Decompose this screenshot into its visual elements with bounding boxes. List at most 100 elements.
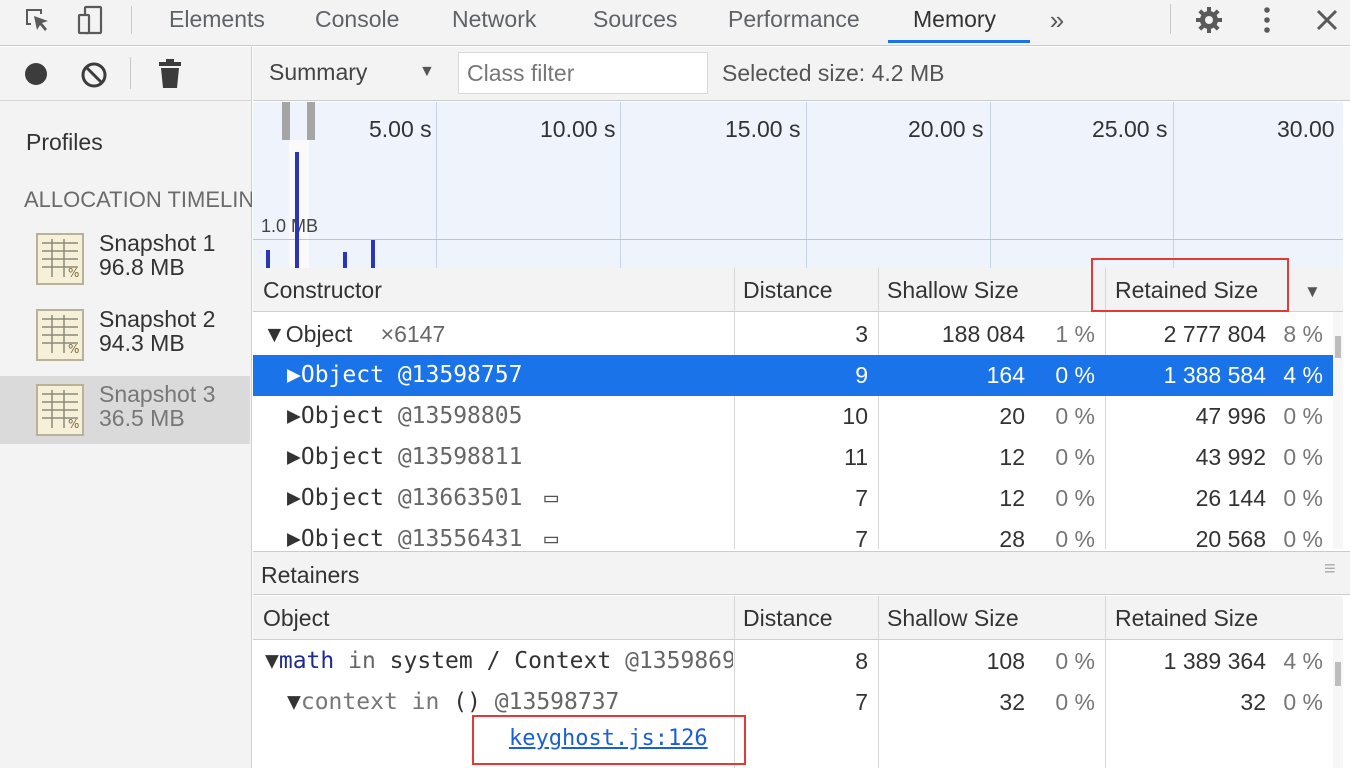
- view-select[interactable]: Summary: [269, 59, 367, 86]
- tab-elements[interactable]: Elements: [169, 0, 265, 46]
- allocation-bar: [343, 252, 347, 268]
- distance-cell: 9: [855, 362, 868, 388]
- timeline-gridline: [620, 102, 621, 268]
- trash-icon[interactable]: [158, 59, 182, 95]
- retainer-property: math: [278, 648, 335, 674]
- snapshot-item-1[interactable]: % Snapshot 1 96.8 MB: [0, 225, 250, 293]
- sort-descending-icon[interactable]: ▼: [1304, 282, 1321, 302]
- column-header-object[interactable]: Object: [263, 596, 329, 640]
- distance-cell: 11: [844, 444, 868, 470]
- retained-size-cell: 47 996: [1195, 403, 1266, 429]
- tab-console[interactable]: Console: [315, 0, 399, 46]
- svg-text:%: %: [68, 342, 79, 356]
- expand-arrow-icon[interactable]: ▶: [287, 403, 301, 429]
- tab-performance[interactable]: Performance: [728, 0, 860, 46]
- scrollbar-thumb[interactable]: [1335, 336, 1341, 358]
- chevron-double-right-icon[interactable]: »: [1044, 4, 1070, 36]
- snapshot-size: 96.8 MB: [99, 254, 185, 280]
- timeline-label: 5.00 s: [369, 116, 432, 142]
- instance-count: ×6147: [380, 321, 446, 347]
- retainer-target: system / Context: [389, 648, 612, 674]
- allocation-timelines-heading: ALLOCATION TIMELINES: [24, 187, 252, 212]
- heap-snapshot-icon: %: [36, 384, 84, 436]
- shallow-percent-cell: 0 %: [1055, 362, 1095, 388]
- retained-percent-cell: 4 %: [1283, 362, 1323, 388]
- drag-handle-icon[interactable]: ≡: [1324, 558, 1336, 581]
- record-icon[interactable]: [24, 62, 48, 92]
- retainer-in: in: [348, 648, 376, 674]
- column-header-shallow-size[interactable]: Shallow Size: [887, 268, 1019, 312]
- table-row[interactable]: ▶Object @13598805 10 20 0 % 47 996 0 %: [253, 396, 1333, 437]
- dropdown-arrow-icon[interactable]: ▼: [419, 63, 435, 81]
- timeline-selection-window[interactable]: [289, 140, 309, 268]
- heap-snapshot-icon: %: [36, 233, 84, 285]
- svg-text:%: %: [68, 417, 79, 431]
- column-header-shallow-size[interactable]: Shallow Size: [887, 596, 1019, 640]
- column-header-retained-size[interactable]: Retained Size: [1115, 596, 1258, 640]
- timeline-left-handle[interactable]: [282, 102, 290, 140]
- table-row[interactable]: ▼context in () @13598737 7 32 0 % 32 0 %: [253, 682, 1333, 723]
- table-row[interactable]: ▶Object @13663501 ▭ 7 12 0 % 26 144 0 %: [253, 478, 1333, 519]
- expand-arrow-icon[interactable]: ▼: [287, 689, 301, 715]
- timeline-gridline: [436, 102, 437, 268]
- distance-cell: 7: [855, 526, 868, 549]
- annotation-highlight-box: [472, 715, 746, 765]
- table-row[interactable]: ▶Object @13556431 ▭ 7 28 0 % 20 568 0 %: [253, 519, 1333, 549]
- active-tab-indicator: [888, 40, 1030, 43]
- column-header-distance[interactable]: Distance: [743, 268, 832, 312]
- timeline-label: 25.00 s: [1092, 116, 1168, 142]
- inspect-element-icon[interactable]: [20, 4, 54, 36]
- object-id: @13556431: [397, 526, 523, 549]
- object-id: @13663501: [397, 485, 523, 511]
- snapshot-size: 36.5 MB: [99, 405, 185, 431]
- close-icon[interactable]: [1312, 4, 1342, 36]
- table-row[interactable]: ▼Object ×6147 3 188 084 1 % 2 777 804 8 …: [253, 314, 1333, 355]
- expand-arrow-icon[interactable]: ▼: [265, 648, 279, 674]
- clear-icon[interactable]: [80, 61, 108, 95]
- grid-scrollbar[interactable]: [1333, 312, 1343, 549]
- shallow-percent-cell: 0 %: [1055, 648, 1095, 674]
- retained-percent-cell: 0 %: [1283, 526, 1323, 549]
- snapshot-size: 94.3 MB: [99, 330, 185, 356]
- column-header-constructor[interactable]: Constructor: [263, 268, 382, 312]
- timeline-gridline: [990, 102, 991, 268]
- expand-arrow-icon[interactable]: ▼: [263, 321, 286, 347]
- scrollbar-thumb[interactable]: [1335, 662, 1341, 686]
- device-toolbar-icon[interactable]: [74, 4, 108, 36]
- expand-arrow-icon[interactable]: ▶: [287, 485, 301, 511]
- toolbar-divider: [1170, 4, 1171, 34]
- expand-arrow-icon[interactable]: ▶: [287, 444, 301, 470]
- gear-icon[interactable]: [1192, 4, 1226, 36]
- tab-sources[interactable]: Sources: [593, 0, 677, 46]
- distance-cell: 7: [855, 689, 868, 715]
- devtools-tabbar: Elements Console Network Sources Perform…: [0, 0, 1350, 46]
- timeline-gridline: [1173, 102, 1174, 268]
- class-filter-input[interactable]: [458, 52, 708, 94]
- shallow-size-cell: 12: [999, 444, 1025, 470]
- snapshot-item-3[interactable]: % Snapshot 3 36.5 MB: [0, 376, 250, 444]
- timeline-right-handle[interactable]: [307, 102, 315, 140]
- table-row[interactable]: ▶Object @13598811 11 12 0 % 43 992 0 %: [253, 437, 1333, 478]
- expand-arrow-icon[interactable]: ▶: [287, 526, 301, 549]
- retainers-scrollbar[interactable]: [1333, 640, 1343, 768]
- expand-arrow-icon[interactable]: ▶: [287, 362, 301, 388]
- detached-window-icon: ▭: [544, 485, 559, 511]
- retained-size-cell: 1 388 584: [1163, 362, 1266, 388]
- snapshot-name: Snapshot 1: [99, 230, 216, 256]
- shallow-size-cell: 20: [999, 403, 1025, 429]
- table-row[interactable]: ▶Object @13598757 9 164 0 % 1 388 584 4 …: [253, 355, 1333, 396]
- retainers-grid: Object Distance Shallow Size Retained Si…: [253, 596, 1343, 768]
- vertical-dots-icon[interactable]: [1254, 4, 1280, 36]
- distance-cell: 3: [855, 321, 868, 347]
- allocation-bar: [266, 250, 270, 268]
- retained-size-cell: 26 144: [1195, 485, 1266, 511]
- tab-network[interactable]: Network: [452, 0, 536, 46]
- snapshot-item-2[interactable]: % Snapshot 2 94.3 MB: [0, 301, 250, 369]
- column-header-distance[interactable]: Distance: [743, 596, 832, 640]
- shallow-size-cell: 164: [986, 362, 1025, 388]
- shallow-size-cell: 12: [999, 485, 1025, 511]
- object-id: @13598757: [397, 362, 523, 388]
- object-name: Object: [300, 526, 384, 549]
- allocation-timeline[interactable]: 5.00 s 10.00 s 15.00 s 20.00 s 25.00 s 3…: [253, 102, 1343, 268]
- table-row[interactable]: ▼math in system / Context @13598695 8 10…: [253, 641, 1333, 682]
